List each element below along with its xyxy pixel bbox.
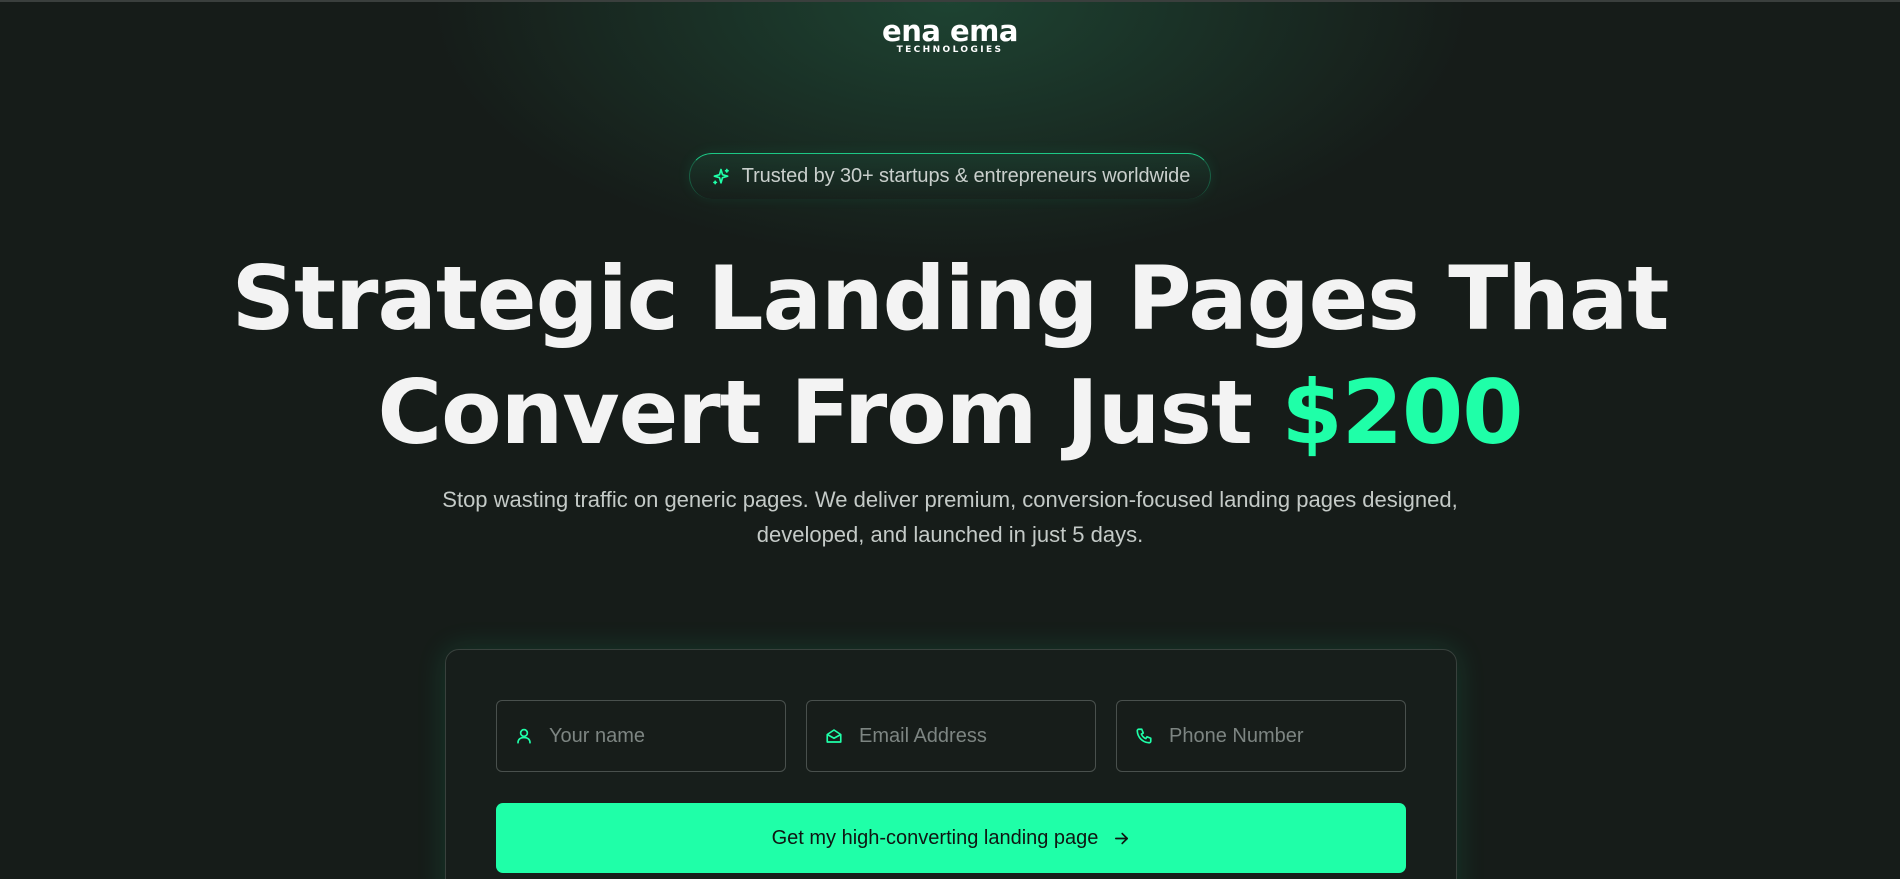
- phone-field[interactable]: [1116, 700, 1406, 772]
- headline-price: $200: [1281, 361, 1524, 464]
- logo-wordmark: ena ema: [882, 14, 1018, 48]
- trust-badge: Trusted by 30+ startups & entrepreneurs …: [688, 153, 1212, 199]
- phone-icon: [1135, 727, 1153, 745]
- landing-page: ena ema TECHNOLOGIES Trusted by 30+ star…: [0, 0, 1900, 879]
- name-field[interactable]: [496, 700, 786, 772]
- trust-badge-text: Trusted by 30+ startups & entrepreneurs …: [741, 165, 1191, 187]
- logo-tagline: TECHNOLOGIES: [896, 45, 1004, 55]
- sparkle-icon: [710, 166, 732, 188]
- headline-line-2: Convert From Just: [377, 361, 1253, 464]
- arrow-right-icon: [1112, 829, 1130, 847]
- phone-input[interactable]: [1169, 724, 1389, 748]
- user-icon: [515, 727, 533, 745]
- submit-button-label: Get my high-converting landing page: [771, 826, 1099, 849]
- headline-line-1: Strategic Landing Pages That: [231, 247, 1670, 350]
- name-input[interactable]: [549, 724, 769, 748]
- hero-subtext: Stop wasting traffic on generic pages. W…: [442, 487, 1458, 547]
- email-field[interactable]: [806, 700, 1096, 772]
- form-fields: [496, 700, 1406, 772]
- brand-logo[interactable]: ena ema TECHNOLOGIES: [0, 16, 1900, 55]
- email-input[interactable]: [859, 724, 1079, 748]
- hero-headline: Strategic Landing Pages That Convert Fro…: [0, 242, 1900, 470]
- lead-form-card: Get my high-converting landing page: [445, 649, 1457, 879]
- submit-button[interactable]: Get my high-converting landing page: [496, 803, 1406, 873]
- mail-icon: [825, 727, 843, 745]
